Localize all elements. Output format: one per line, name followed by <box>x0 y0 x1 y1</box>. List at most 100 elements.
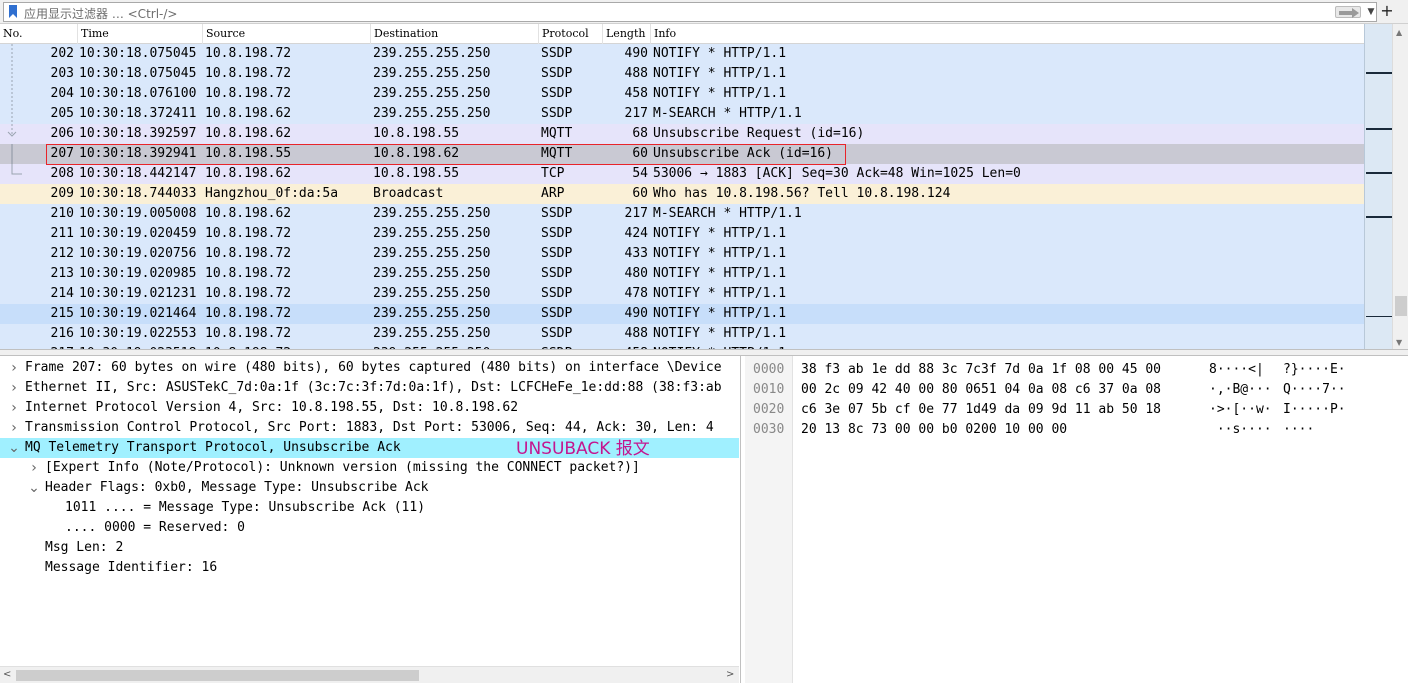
collapse-chevron-icon[interactable]: ⌄ <box>8 438 20 458</box>
expand-chevron-icon[interactable]: › <box>28 458 40 478</box>
hex-bytes[interactable]: 51 04 0a 08 c6 37 0a 08 <box>981 380 1161 400</box>
detail-row[interactable]: 1011 .... = Message Type: Unsubscribe Ac… <box>0 498 739 518</box>
packet-row[interactable]: 209 10:30:18.744033 Hangzhou_0f:da:5a Broad… <box>0 184 1364 204</box>
packet-time: 10:30:19.022553 <box>79 326 197 341</box>
hex-offset: 0000 <box>753 362 785 377</box>
packet-row[interactable]: 214 10:30:19.021231 10.8.198.72 239.255.255… <box>0 284 1364 304</box>
packet-row[interactable]: 211 10:30:19.020459 10.8.198.72 239.255.255… <box>0 224 1364 244</box>
packet-row[interactable]: 207 10:30:18.392941 10.8.198.55 10.8.198.62… <box>0 144 1364 164</box>
hex-bytes[interactable]: 38 f3 ab 1e dd 88 3c 7c <box>801 360 981 380</box>
hex-ascii[interactable]: ··s···· <box>1209 420 1272 440</box>
packet-row[interactable]: 215 10:30:19.021464 10.8.198.72 239.255.255… <box>0 304 1364 324</box>
leaf-spacer <box>28 558 40 578</box>
hex-bytes[interactable]: 3f 7d 0a 1f 08 00 45 00 <box>981 360 1161 380</box>
hex-bytes[interactable]: c6 3e 07 5b cf 0e 77 1d <box>801 400 981 420</box>
detail-row[interactable]: Message Identifier: 16 <box>0 558 739 578</box>
packet-row[interactable]: 208 10:30:18.442147 10.8.198.62 10.8.198.55… <box>0 164 1364 184</box>
packet-row[interactable]: 205 10:30:18.372411 10.8.198.62 239.255.255… <box>0 104 1364 124</box>
detail-text: 1011 .... = Message Type: Unsubscribe Ac… <box>65 500 426 515</box>
packet-length: 54 <box>632 166 648 181</box>
expand-chevron-icon[interactable]: › <box>8 378 20 398</box>
hex-bytes[interactable]: 00 2c 09 42 40 00 80 06 <box>801 380 981 400</box>
detail-row[interactable]: › Ethernet II, Src: ASUSTekC_7d:0a:1f (3c… <box>0 378 739 398</box>
column-header-length[interactable]: Length <box>602 24 650 44</box>
minimap-mark <box>1366 216 1392 218</box>
packet-source: 10.8.198.72 <box>205 266 292 281</box>
detail-row[interactable]: › Transmission Control Protocol, Src Port… <box>0 418 739 438</box>
related-packet-line <box>11 44 13 64</box>
scroll-thumb[interactable] <box>1395 296 1407 316</box>
hex-ascii[interactable]: ·>·[··w· <box>1209 400 1272 420</box>
packet-info: NOTIFY * HTTP/1.1 <box>653 66 787 81</box>
packet-row[interactable]: 210 10:30:19.005008 10.8.198.62 239.255.255… <box>0 204 1364 224</box>
column-header-protocol[interactable]: Protocol <box>538 24 602 44</box>
packet-row[interactable]: 203 10:30:18.075045 10.8.198.72 239.255.255… <box>0 64 1364 84</box>
packet-protocol: ARP <box>541 186 565 201</box>
packet-time: 10:30:18.076100 <box>79 86 197 101</box>
packet-row[interactable]: 204 10:30:18.076100 10.8.198.72 239.255.255… <box>0 84 1364 104</box>
hex-bytes[interactable]: 00 10 00 00 <box>981 420 1067 440</box>
hex-bytes[interactable]: 49 da 09 9d 11 ab 50 18 <box>981 400 1161 420</box>
packet-row[interactable]: 202 10:30:18.075045 10.8.198.72 239.255.255… <box>0 44 1364 64</box>
leaf-spacer <box>28 538 40 558</box>
detail-row[interactable]: › Internet Protocol Version 4, Src: 10.8.… <box>0 398 739 418</box>
packet-source: 10.8.198.72 <box>205 226 292 241</box>
packet-row[interactable]: 212 10:30:19.020756 10.8.198.72 239.255.255… <box>0 244 1364 264</box>
display-filter-input[interactable]: 应用显示过滤器 … <Ctrl-/> ▼ <box>3 2 1377 22</box>
hex-ascii[interactable]: ·,·B@··· <box>1209 380 1272 400</box>
detail-row[interactable]: Msg Len: 2 <box>0 538 739 558</box>
scroll-thumb[interactable] <box>16 670 419 681</box>
hex-ascii[interactable]: ?}····E· <box>1283 360 1346 380</box>
packet-no: 214 <box>50 286 74 301</box>
packet-row[interactable]: 206 10:30:18.392597 10.8.198.62 10.8.198.55… <box>0 124 1364 144</box>
packet-destination: 239.255.255.250 <box>373 106 491 121</box>
hex-ascii[interactable]: I·····P· <box>1283 400 1346 420</box>
expand-chevron-icon[interactable]: › <box>8 418 20 438</box>
packet-info: M-SEARCH * HTTP/1.1 <box>653 106 802 121</box>
packet-destination: 239.255.255.250 <box>373 326 491 341</box>
packet-protocol: SSDP <box>541 226 573 241</box>
packet-row[interactable]: 216 10:30:19.022553 10.8.198.72 239.255.255… <box>0 324 1364 344</box>
packet-protocol: MQTT <box>541 146 573 161</box>
column-header-info[interactable]: Info <box>650 24 1364 44</box>
scroll-left-icon[interactable]: < <box>3 669 11 680</box>
packet-length: 490 <box>624 306 648 321</box>
add-filter-button[interactable]: + <box>1379 2 1395 22</box>
packet-protocol: SSDP <box>541 266 573 281</box>
details-horizontal-scrollbar[interactable]: < > <box>0 666 739 683</box>
packet-row[interactable]: 213 10:30:19.020985 10.8.198.72 239.255.255… <box>0 264 1364 284</box>
packet-info: NOTIFY * HTTP/1.1 <box>653 286 787 301</box>
packet-protocol: SSDP <box>541 206 573 221</box>
collapse-chevron-icon[interactable]: ⌄ <box>28 478 40 498</box>
detail-row[interactable]: .... 0000 = Reserved: 0 <box>0 518 739 538</box>
column-header-destination[interactable]: Destination <box>370 24 538 44</box>
detail-text: Header Flags: 0xb0, Message Type: Unsubs… <box>45 480 429 495</box>
packet-destination: 239.255.255.250 <box>373 46 491 61</box>
detail-row[interactable]: ⌄ Header Flags: 0xb0, Message Type: Unsub… <box>0 478 739 498</box>
expand-chevron-icon[interactable]: › <box>8 358 20 378</box>
hex-ascii[interactable]: ···· <box>1283 420 1314 440</box>
packet-source: 10.8.198.62 <box>205 106 292 121</box>
hex-bytes[interactable]: 20 13 8c 73 00 00 b0 02 <box>801 420 981 440</box>
packet-list-scrollbar[interactable]: ▲ ▼ <box>1392 24 1408 349</box>
packet-length: 68 <box>632 126 648 141</box>
column-header-time[interactable]: Time <box>77 24 202 44</box>
column-header-no[interactable]: No. <box>0 24 77 44</box>
detail-row[interactable]: › [Expert Info (Note/Protocol): Unknown v… <box>0 458 739 478</box>
apply-filter-arrow-icon[interactable] <box>1335 6 1361 18</box>
packet-destination: 239.255.255.250 <box>373 226 491 241</box>
bookmark-icon[interactable] <box>8 5 18 19</box>
hex-ascii[interactable]: Q····7·· <box>1283 380 1346 400</box>
scroll-up-icon[interactable]: ▲ <box>1396 28 1402 37</box>
packet-no: 215 <box>50 306 74 321</box>
scroll-right-icon[interactable]: > <box>726 669 734 680</box>
packet-minimap[interactable] <box>1364 24 1392 349</box>
scroll-down-icon[interactable]: ▼ <box>1396 338 1402 347</box>
detail-text: Msg Len: 2 <box>45 540 124 555</box>
related-packet-end-line <box>11 164 22 175</box>
detail-row[interactable]: › Frame 207: 60 bytes on wire (480 bits),… <box>0 358 739 378</box>
hex-ascii[interactable]: 8····<| <box>1209 360 1264 380</box>
column-header-source[interactable]: Source <box>202 24 370 44</box>
filter-history-dropdown-icon[interactable]: ▼ <box>1365 4 1377 20</box>
expand-chevron-icon[interactable]: › <box>8 398 20 418</box>
